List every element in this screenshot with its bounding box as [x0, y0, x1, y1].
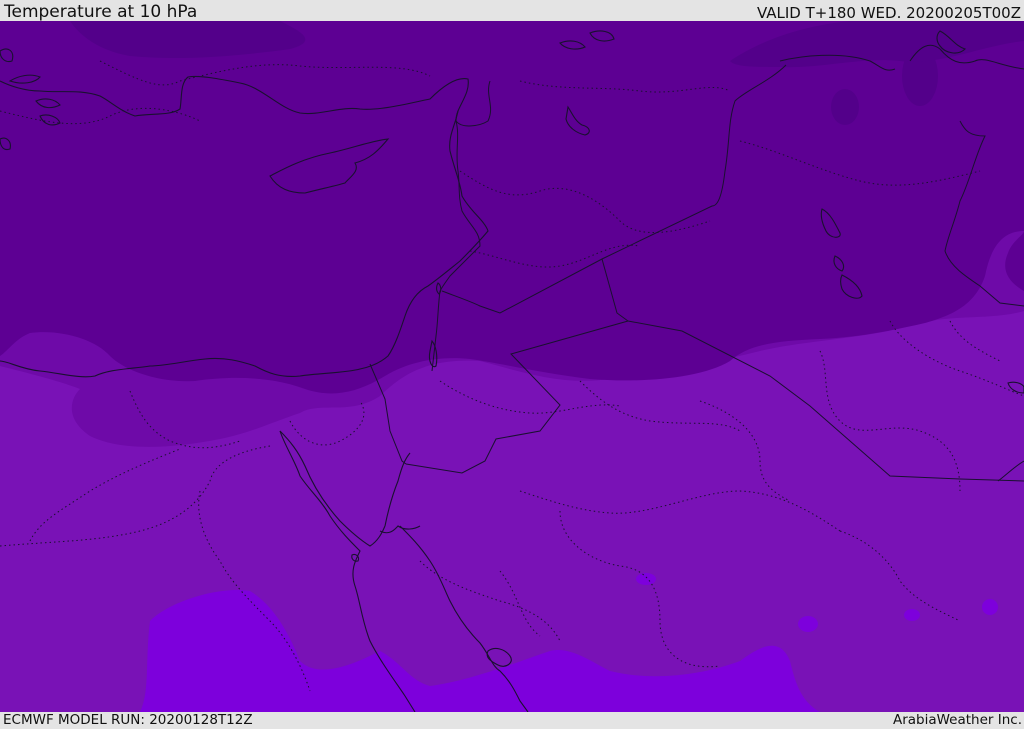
footer-bar: ECMWF MODEL RUN: 20200128T12Z ArabiaWeat…	[0, 712, 1024, 729]
temperature-spot-bright	[982, 599, 998, 615]
map-title: Temperature at 10 hPa	[4, 2, 198, 22]
temperature-spot-dark	[831, 89, 859, 125]
temperature-spot-bright	[636, 573, 656, 585]
temperature-spot-bright	[798, 616, 818, 632]
credit-label: ArabiaWeather Inc.	[892, 712, 1022, 728]
map-canvas	[0, 21, 1024, 712]
header-bar: Temperature at 10 hPa VALID T+180 WED. 2…	[0, 0, 1024, 21]
temperature-map[interactable]	[0, 21, 1024, 712]
model-run-label: ECMWF MODEL RUN: 20200128T12Z	[3, 712, 253, 728]
valid-time: VALID T+180 WED. 20200205T00Z	[756, 4, 1021, 22]
temperature-spot-bright	[904, 609, 920, 621]
